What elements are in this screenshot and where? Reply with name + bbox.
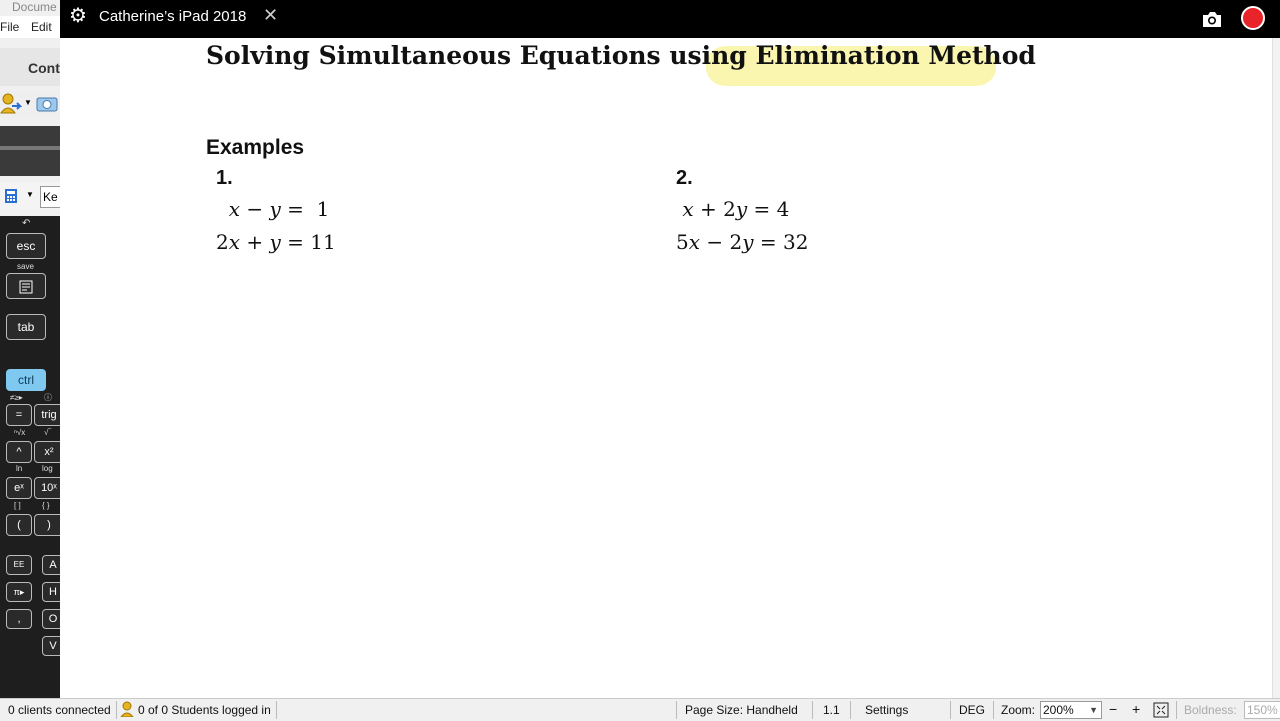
square-key[interactable]: x² bbox=[34, 441, 60, 463]
user-icon[interactable] bbox=[0, 92, 22, 114]
esc-key[interactable]: esc bbox=[6, 233, 46, 259]
camera-icon[interactable] bbox=[36, 94, 58, 112]
students-status: 0 of 0 Students logged in bbox=[138, 703, 271, 717]
pi-key[interactable]: π▸ bbox=[6, 582, 32, 602]
calculator-icon[interactable] bbox=[4, 188, 18, 204]
a-key[interactable]: A bbox=[42, 555, 60, 575]
document-page: Solving Simultaneous Equations using Eli… bbox=[60, 38, 1272, 698]
examples-heading: Examples bbox=[206, 136, 305, 159]
comma-key[interactable]: , bbox=[6, 609, 32, 629]
log-label: log bbox=[42, 464, 53, 473]
example-number: 1. bbox=[216, 167, 233, 189]
page-number: 1.1 bbox=[823, 703, 840, 717]
page-size[interactable]: Page Size: Handheld bbox=[685, 703, 798, 717]
menu-file[interactable]: File bbox=[0, 20, 19, 34]
example-number: 2. bbox=[676, 167, 693, 189]
content-label: Cont bbox=[28, 60, 60, 76]
top-bar: ⚙ Catherine’s iPad 2018 ✕ bbox=[60, 0, 1280, 38]
document-key[interactable] bbox=[6, 273, 46, 299]
document-tab[interactable]: Docume bbox=[0, 0, 60, 14]
menu-edit[interactable]: Edit bbox=[31, 20, 52, 34]
right-paren-key[interactable]: ) bbox=[34, 514, 60, 536]
brace-label: { } bbox=[42, 501, 50, 510]
background-app-panel: Docume File Edit Cont ▼ ▼ Ke ↶ esc save bbox=[0, 0, 60, 698]
right-scroll-area[interactable] bbox=[1272, 38, 1280, 698]
zoom-select[interactable]: 200% ▼ bbox=[1040, 701, 1102, 719]
equals-key[interactable]: = bbox=[6, 404, 32, 426]
tab-key[interactable]: tab bbox=[6, 314, 46, 340]
record-button[interactable] bbox=[1241, 6, 1265, 30]
root-label: ⁿ√x bbox=[14, 428, 26, 437]
ten-power-key[interactable]: 10ˣ bbox=[34, 477, 60, 499]
angle-mode[interactable]: DEG bbox=[959, 703, 985, 717]
panel-divider bbox=[0, 126, 60, 176]
v-key[interactable]: V bbox=[42, 636, 60, 656]
exp-key[interactable]: eˣ bbox=[6, 477, 32, 499]
keypad-selector-row: ▼ Ke bbox=[0, 182, 60, 210]
page-title: Solving Simultaneous Equations using Eli… bbox=[206, 41, 1036, 70]
trig-key[interactable]: trig bbox=[34, 404, 60, 426]
screenshot-camera-icon[interactable] bbox=[1200, 8, 1224, 30]
zoom-in-button[interactable]: + bbox=[1132, 701, 1140, 717]
o-key[interactable]: O bbox=[42, 609, 60, 629]
sqrt-label: √‾ bbox=[44, 428, 52, 437]
calculator-keypad: ↶ esc save tab ctrl ≠≥▸ ⓘ = trig ⁿ√x √‾ … bbox=[0, 216, 60, 698]
ln-label: ln bbox=[16, 464, 23, 473]
dropdown-arrow-icon[interactable]: ▼ bbox=[24, 98, 32, 107]
example-2-equation-1: x + 2y = 4 bbox=[682, 197, 790, 221]
page-title-highlighted-text: Elimination Method bbox=[755, 41, 1036, 70]
toolbar-row: ▼ bbox=[0, 90, 60, 118]
bracket-label: [ ] bbox=[14, 501, 21, 510]
close-icon[interactable]: ✕ bbox=[263, 5, 278, 26]
status-bar: 0 clients connected 0 of 0 Students logg… bbox=[0, 698, 1280, 721]
ee-key[interactable]: EE bbox=[6, 555, 32, 575]
device-title: Catherine’s iPad 2018 bbox=[99, 8, 247, 25]
save-label: save bbox=[17, 262, 34, 271]
h-key[interactable]: H bbox=[42, 582, 60, 602]
relation-label: ≠≥▸ bbox=[10, 393, 23, 402]
boldness-label: Boldness: bbox=[1184, 703, 1237, 717]
caret-key[interactable]: ^ bbox=[6, 441, 32, 463]
left-paren-key[interactable]: ( bbox=[6, 514, 32, 536]
example-1-equation-2: 2x + y = 11 bbox=[216, 230, 336, 254]
clients-status: 0 clients connected bbox=[8, 703, 111, 717]
zoom-value: 200% bbox=[1043, 703, 1074, 717]
zoom-out-button[interactable]: − bbox=[1109, 701, 1117, 717]
undo-icon: ↶ bbox=[22, 218, 31, 229]
page-title-text: Solving Simultaneous Equations using bbox=[206, 41, 756, 70]
fit-to-window-icon[interactable] bbox=[1153, 702, 1169, 718]
boldness-value[interactable]: 150% bbox=[1244, 701, 1280, 719]
zoom-label: Zoom: bbox=[1001, 703, 1036, 717]
content-header: Cont bbox=[0, 48, 60, 86]
document-icon bbox=[19, 280, 33, 294]
menu-bar: File Edit bbox=[0, 16, 60, 38]
chevron-down-icon: ▼ bbox=[1089, 705, 1098, 715]
example-2-equation-2: 5x − 2y = 32 bbox=[676, 230, 809, 254]
keypad-field[interactable]: Ke bbox=[40, 186, 60, 208]
help-icon: ⓘ bbox=[44, 393, 52, 402]
gear-icon[interactable]: ⚙ bbox=[69, 6, 87, 26]
keypad-dropdown-arrow-icon[interactable]: ▼ bbox=[26, 190, 34, 199]
student-icon bbox=[120, 701, 134, 717]
settings-button[interactable]: Settings bbox=[865, 703, 908, 717]
ctrl-key[interactable]: ctrl bbox=[6, 369, 46, 391]
example-1-equation-1: x − y = 1 bbox=[228, 197, 330, 221]
